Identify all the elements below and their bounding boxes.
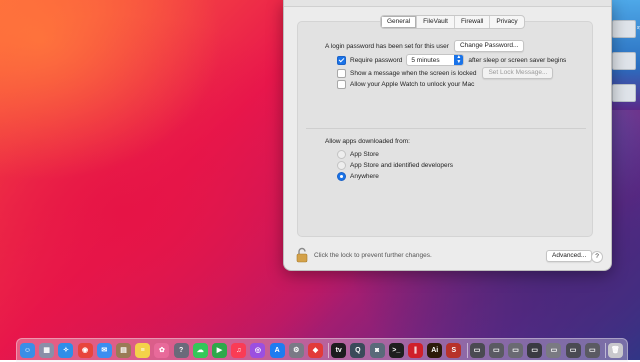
after-sleep-text: after sleep or screen saver begins — [468, 56, 567, 64]
photos-icon[interactable]: ✿ — [154, 343, 170, 358]
advanced-row: Advanced... — [546, 250, 593, 262]
notes-icon[interactable]: ≡ — [135, 343, 151, 358]
security-privacy-window: General FileVault Firewall Privacy A log… — [283, 0, 612, 271]
notefile-icon[interactable]: ▤ — [116, 343, 131, 358]
finder-icon[interactable]: ☺ — [20, 343, 35, 358]
lock-text-row: Click the lock to prevent further change… — [314, 252, 432, 259]
require-password-checkbox[interactable] — [337, 55, 346, 65]
desktop-file[interactable]: sy — [612, 20, 640, 38]
require-password-label: Require password — [350, 56, 403, 64]
radio-button[interactable] — [337, 150, 346, 159]
window-thumb-5-icon[interactable]: ▭ — [546, 343, 562, 358]
section-divider — [306, 128, 586, 129]
safari-icon[interactable]: ✧ — [58, 343, 74, 358]
apple-watch-row: Allow your Apple Watch to unlock your Ma… — [337, 80, 474, 89]
window-thumb-3-icon[interactable]: ▭ — [508, 343, 523, 358]
terminal-icon[interactable]: >_ — [388, 343, 404, 358]
apple-tv-icon[interactable]: tv — [331, 343, 347, 358]
app-source-label: App Store — [350, 151, 379, 158]
remote-desktop-icon[interactable]: ◆ — [308, 343, 323, 358]
trash-icon[interactable]: 🗑 — [608, 343, 623, 358]
tab-firewall[interactable]: Firewall — [455, 16, 491, 28]
show-message-row: Show a message when the screen is locked… — [337, 67, 554, 79]
password-delay-select[interactable]: 5 minutes ▲ ▼ — [406, 54, 465, 66]
system-preferences-icon[interactable]: ⚙ — [288, 343, 304, 358]
lock-icon[interactable] — [296, 247, 308, 263]
dock-separator — [328, 343, 330, 358]
show-message-label: Show a message when the screen is locked — [350, 69, 477, 77]
camera-icon[interactable]: ◙ — [369, 343, 385, 358]
login-password-row: A login password has been set for this u… — [325, 40, 525, 52]
app-source-option[interactable]: Anywhere — [337, 172, 379, 181]
desktop-files: sy — [612, 20, 640, 116]
apple-watch-label: Allow your Apple Watch to unlock your Ma… — [350, 81, 475, 88]
app-source-label: App Store and identified developers — [350, 162, 453, 169]
desktop-file[interactable] — [612, 84, 636, 102]
window-thumb-7-icon[interactable]: ▭ — [584, 343, 600, 358]
messages-icon[interactable]: ☁ — [192, 343, 208, 358]
tab-general[interactable]: General — [381, 16, 418, 28]
facetime-icon[interactable]: ▶ — [212, 343, 227, 358]
show-message-checkbox[interactable] — [337, 68, 346, 78]
dock: ☺ ▦ ✧ ◉ ✉ ▤ ≡ ✿? ☁ ▶ ♫ ◎ A ⚙ ◆ tv Q ◙ >_ ∥ Ai S ▭ ▭ ▭ ▭ ▭ ▭ ▭ 🗑 — [16, 338, 628, 362]
change-password-button[interactable]: Change Password... — [453, 40, 525, 52]
help-button[interactable]: ? — [591, 251, 603, 263]
login-password-text: A login password has been set for this u… — [325, 42, 449, 50]
launchpad-icon[interactable]: ▦ — [39, 343, 55, 358]
radio-button[interactable] — [337, 161, 346, 170]
password-delay-value: 5 minutes — [411, 56, 440, 64]
window-thumb-1-icon[interactable]: ▭ — [469, 343, 485, 358]
tab-bar: General FileVault Firewall Privacy — [380, 15, 525, 29]
help-icon[interactable]: ? — [173, 343, 189, 358]
window-thumb-4-icon[interactable]: ▭ — [527, 343, 543, 358]
allow-apps-heading-text: Allow apps downloaded from: — [325, 138, 410, 145]
scrivener-icon[interactable]: S — [446, 343, 462, 358]
parallels-icon[interactable]: ∥ — [408, 343, 423, 358]
podcasts-icon[interactable]: ◎ — [250, 343, 266, 358]
dock-separator — [466, 343, 468, 358]
app-source-option[interactable]: App Store — [337, 150, 379, 159]
quicktime-icon[interactable]: Q — [350, 343, 366, 358]
app-source-option[interactable]: App Store and identified developers — [337, 161, 453, 170]
apple-watch-checkbox[interactable] — [337, 80, 346, 89]
lock-text: Click the lock to prevent further change… — [314, 252, 432, 259]
desktop-file[interactable] — [612, 52, 636, 70]
app-source-label: Anywhere — [350, 173, 379, 180]
require-password-row: Require password 5 minutes ▲ ▼ after slee… — [337, 54, 566, 66]
music-icon[interactable]: ♫ — [231, 343, 247, 358]
set-lock-message-button[interactable]: Set Lock Message... — [482, 67, 554, 79]
window-thumb-2-icon[interactable]: ▭ — [488, 343, 504, 358]
mail-icon[interactable]: ✉ — [96, 343, 112, 358]
tab-privacy[interactable]: Privacy — [490, 16, 523, 28]
radio-button[interactable] — [337, 172, 346, 181]
chrome-icon[interactable]: ◉ — [77, 343, 93, 358]
chevron-updown-icon: ▲ ▼ — [454, 55, 464, 65]
app-store-icon[interactable]: A — [269, 343, 285, 358]
dock-separator — [605, 343, 606, 358]
window-title-strip — [284, 0, 611, 7]
advanced-button[interactable]: Advanced... — [546, 250, 593, 262]
illustrator-icon[interactable]: Ai — [427, 343, 443, 358]
tab-filevault[interactable]: FileVault — [417, 16, 455, 28]
allow-apps-heading: Allow apps downloaded from: — [325, 138, 410, 145]
window-thumb-6-icon[interactable]: ▭ — [565, 343, 581, 358]
